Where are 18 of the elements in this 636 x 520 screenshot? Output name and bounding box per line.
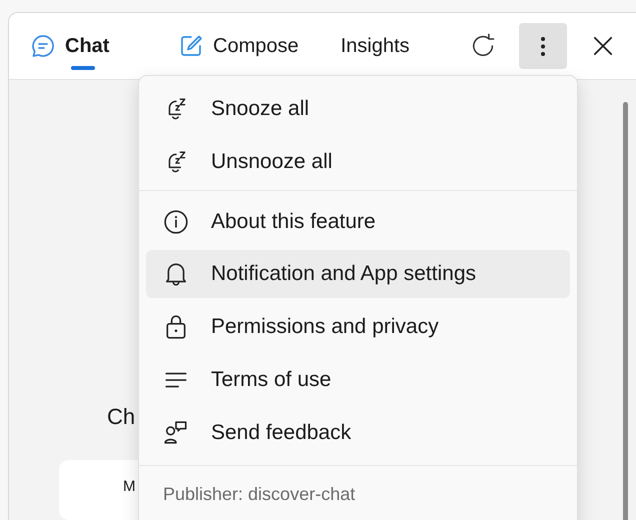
info-icon bbox=[163, 208, 189, 234]
scrollbar[interactable] bbox=[623, 102, 628, 520]
more-icon bbox=[540, 36, 545, 56]
tab[interactable]: Compose bbox=[177, 26, 311, 66]
menu-item[interactable]: About this feature bbox=[146, 195, 570, 248]
bell-icon bbox=[163, 261, 189, 287]
menu-item[interactable]: Terms of use bbox=[146, 353, 570, 406]
heading-text: Ch bbox=[107, 404, 136, 430]
person-speech-icon bbox=[163, 420, 189, 446]
compose-icon bbox=[179, 34, 203, 58]
menu-item[interactable]: Snooze all bbox=[146, 82, 570, 135]
tab[interactable]: Insights bbox=[338, 26, 459, 66]
menu-item[interactable]: Send feedback bbox=[146, 406, 570, 459]
publisher-text: Publisher: discover-chat bbox=[139, 465, 577, 520]
menu-item[interactable]: Unsnooze all bbox=[146, 135, 570, 188]
menu-item[interactable]: Permissions and privacy bbox=[146, 300, 570, 353]
chat-bubble-icon bbox=[31, 34, 55, 58]
menu-item[interactable]: Notification and App settings bbox=[146, 250, 570, 298]
